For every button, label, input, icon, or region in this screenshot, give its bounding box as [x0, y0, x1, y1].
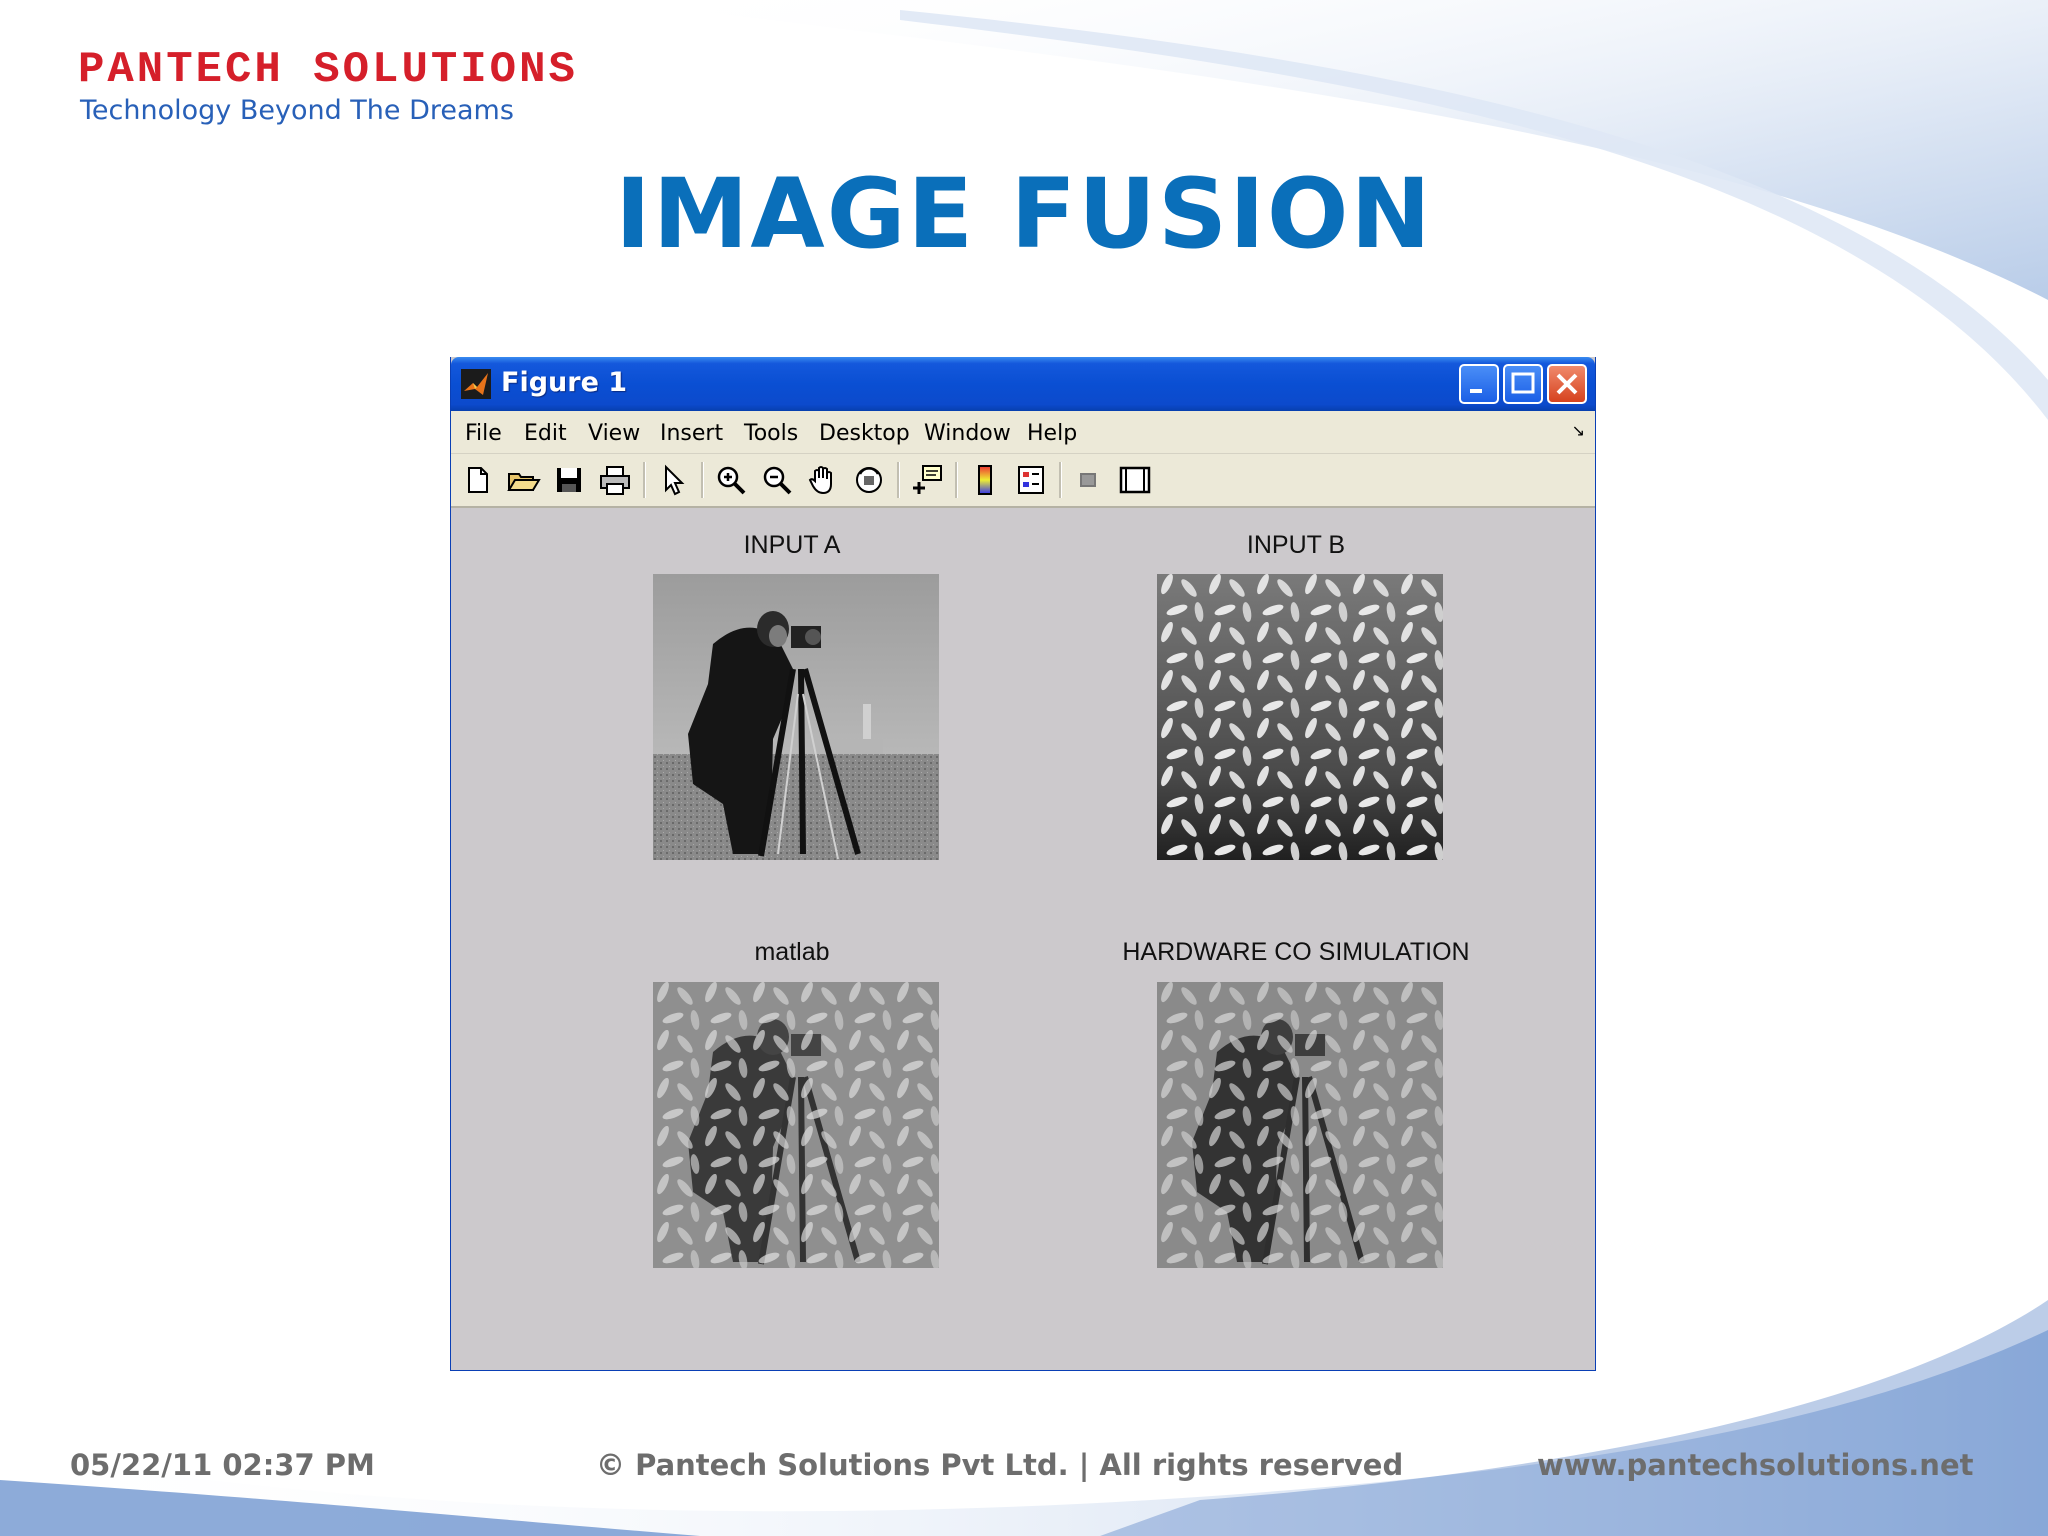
zoom-in-icon[interactable]: [713, 462, 749, 498]
close-button[interactable]: [1547, 364, 1587, 404]
zoom-out-icon[interactable]: [759, 462, 795, 498]
footer-copyright: © Pantech Solutions Pvt Ltd. | All right…: [596, 1448, 1404, 1482]
print-icon[interactable]: [597, 462, 633, 498]
toolbar-separator: [1059, 462, 1062, 498]
menu-view[interactable]: View: [588, 421, 640, 446]
insert-legend-icon[interactable]: [1013, 462, 1049, 498]
menu-desktop[interactable]: Desktop: [819, 421, 910, 446]
menu-window[interactable]: Window: [924, 421, 1011, 446]
axes-title-input-b: INPUT B: [1246, 531, 1346, 559]
company-logo: PANTECH SOLUTIONS Technology Beyond The …: [78, 46, 598, 126]
fused-matlab-image: [653, 982, 939, 1268]
data-cursor-icon[interactable]: [909, 462, 945, 498]
show-plot-tools-icon[interactable]: [1117, 462, 1153, 498]
toolbar-separator: [701, 462, 704, 498]
figure-canvas: INPUT A INPUT B matlab HARDWARE CO SIMUL…: [451, 508, 1595, 1369]
close-icon: [1556, 373, 1578, 395]
minimize-button[interactable]: [1459, 364, 1499, 404]
rotate-3d-icon[interactable]: [851, 462, 887, 498]
window-title: Figure 1: [501, 367, 628, 398]
hide-plot-tools-icon[interactable]: [1071, 462, 1107, 498]
axes-title-hardware-co-simulation: HARDWARE CO SIMULATION: [1122, 938, 1470, 966]
minimize-icon: [1470, 389, 1482, 393]
logo-tagline: Technology Beyond The Dreams: [80, 95, 514, 126]
maximize-icon: [1511, 372, 1535, 394]
open-file-icon[interactable]: [505, 462, 541, 498]
camera-man-image: [653, 574, 939, 860]
fused-hardware-image: [1157, 982, 1443, 1268]
toolbar-separator: [955, 462, 958, 498]
menu-tools[interactable]: Tools: [744, 421, 798, 446]
matlab-logo-icon: [461, 369, 491, 399]
insert-colorbar-icon[interactable]: [967, 462, 1003, 498]
pan-hand-icon[interactable]: [805, 462, 841, 498]
footer-website: www.pantechsolutions.net: [1537, 1448, 1974, 1482]
new-figure-icon[interactable]: [459, 462, 495, 498]
figure-window: Figure 1 File Edit View Insert Tools Des…: [450, 357, 1596, 1371]
edit-plot-arrow-icon[interactable]: [655, 462, 691, 498]
menu-help[interactable]: Help: [1027, 421, 1077, 446]
dock-arrow-icon[interactable]: ↘: [1572, 421, 1585, 440]
rice-grains-image: [1157, 574, 1443, 860]
save-icon[interactable]: [551, 462, 587, 498]
axes-title-matlab: matlab: [754, 938, 830, 966]
maximize-button[interactable]: [1503, 364, 1543, 404]
toolbar-separator: [643, 462, 646, 498]
window-titlebar[interactable]: Figure 1: [451, 357, 1595, 411]
logo-name: PANTECH SOLUTIONS: [78, 45, 578, 95]
figure-toolbar: [451, 454, 1595, 508]
menu-bar: File Edit View Insert Tools Desktop Wind…: [451, 411, 1595, 454]
menu-insert[interactable]: Insert: [660, 421, 723, 446]
footer-datetime: 05/22/11 02:37 PM: [70, 1448, 375, 1482]
slide-title: IMAGE FUSION: [615, 158, 1433, 270]
menu-file[interactable]: File: [465, 421, 502, 446]
toolbar-separator: [897, 462, 900, 498]
menu-edit[interactable]: Edit: [524, 421, 567, 446]
axes-title-input-a: INPUT A: [743, 531, 841, 559]
